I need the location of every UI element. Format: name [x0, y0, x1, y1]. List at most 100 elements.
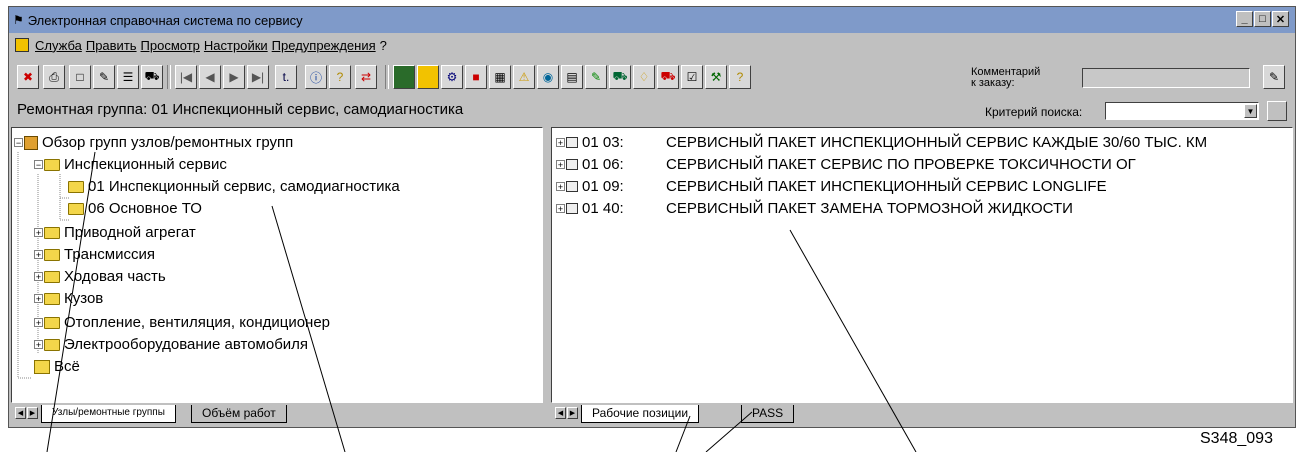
- info-icon[interactable]: ⓘ: [305, 65, 327, 89]
- menu-service[interactable]: Служба: [35, 38, 82, 53]
- collapse-icon[interactable]: −: [34, 160, 43, 170]
- warning-icon[interactable]: ⚠: [513, 65, 535, 89]
- help-icon[interactable]: ?: [329, 65, 351, 89]
- expand-icon[interactable]: +: [34, 250, 43, 260]
- tab-groups[interactable]: Узлы/ремонтные группы: [41, 405, 176, 423]
- scroll-right-icon[interactable]: ▶: [567, 407, 578, 419]
- menu-view[interactable]: Просмотр: [141, 38, 200, 53]
- tree-icon[interactable]: t.: [275, 65, 297, 89]
- folder-icon: [68, 202, 84, 215]
- service-car-icon[interactable]: ⛟: [657, 65, 679, 89]
- tree-item-drive[interactable]: + Приводной агрегат: [34, 224, 196, 241]
- list-item[interactable]: + 01 06: СЕРВИСНЫЙ ПАКЕТ СЕРВИС ПО ПРОВЕ…: [556, 156, 1136, 173]
- tools-icon[interactable]: ⚙: [441, 65, 463, 89]
- checklist-icon[interactable]: ☑: [681, 65, 703, 89]
- menu-settings[interactable]: Настройки: [204, 38, 268, 53]
- tree-item-heating[interactable]: + Отопление, вентиляция, кондиционер: [34, 314, 330, 331]
- folder-icon: [68, 180, 84, 193]
- view-groups-icon[interactable]: [417, 65, 439, 89]
- menu-app-icon[interactable]: [15, 38, 29, 52]
- tree-root[interactable]: − Обзор групп узлов/ремонтных групп: [14, 134, 293, 151]
- package-code: 01 06:: [582, 156, 624, 173]
- package-icon: [566, 181, 578, 192]
- previous-icon[interactable]: ◀: [199, 65, 221, 89]
- chevron-down-icon[interactable]: ▼: [1244, 104, 1257, 118]
- last-icon[interactable]: ▶|: [247, 65, 269, 89]
- marker-icon[interactable]: ✎: [585, 65, 607, 89]
- expand-icon[interactable]: +: [34, 318, 43, 328]
- app-icon: ⚑: [13, 13, 24, 27]
- expand-icon[interactable]: +: [34, 340, 43, 350]
- tab-work-positions[interactable]: Рабочие позиции: [581, 405, 700, 423]
- collapse-icon[interactable]: −: [14, 138, 23, 148]
- menu-edit[interactable]: Править: [86, 38, 137, 53]
- status-row: Ремонтная группа: 01 Инспекционный серви…: [9, 97, 1295, 123]
- first-icon[interactable]: |◀: [175, 65, 197, 89]
- comment-input[interactable]: [1082, 68, 1250, 88]
- tree-item-all[interactable]: Всё: [34, 358, 80, 375]
- disk-icon[interactable]: ▤: [561, 65, 583, 89]
- list-item[interactable]: + 01 03: СЕРВИСНЫЙ ПАКЕТ ИНСПЕКЦИОННЫЙ С…: [556, 134, 1207, 151]
- all-groups-icon: [34, 359, 50, 374]
- menu-help[interactable]: ?: [380, 38, 387, 53]
- tab-pass[interactable]: PASS: [741, 405, 795, 423]
- tree-label: Электрооборудование автомобиля: [64, 336, 309, 353]
- expand-icon[interactable]: +: [556, 182, 565, 192]
- left-tab-bar: ◀ ▶ Узлы/ремонтные группы Объём работ: [11, 403, 543, 425]
- new-document-icon[interactable]: □: [69, 65, 91, 89]
- search-criteria-select[interactable]: ▼: [1105, 102, 1259, 120]
- tree-item-electrical[interactable]: + Электрооборудование автомобиля: [34, 336, 308, 353]
- expand-icon[interactable]: +: [556, 138, 565, 148]
- swap-icon[interactable]: ⇄: [355, 65, 377, 89]
- expand-icon[interactable]: +: [556, 204, 565, 214]
- minimize-button[interactable]: _: [1236, 11, 1253, 27]
- expand-icon[interactable]: +: [34, 294, 43, 304]
- tree-item-06[interactable]: 06 Основное ТО: [68, 200, 202, 217]
- list-item[interactable]: + 01 09: СЕРВИСНЫЙ ПАКЕТ ИНСПЕКЦИОННЫЙ С…: [556, 178, 1107, 195]
- toolbar-separator: [167, 65, 171, 89]
- print-icon[interactable]: ⎙: [43, 65, 65, 89]
- tree-item-01[interactable]: 01 Инспекционный сервис, самодиагностика: [68, 178, 400, 195]
- scroll-left-icon[interactable]: ◀: [555, 407, 566, 419]
- doc-help-icon[interactable]: ?: [729, 65, 751, 89]
- tree-item-transmission[interactable]: + Трансмиссия: [34, 246, 155, 263]
- tree-label: Приводной агрегат: [64, 224, 196, 241]
- next-icon[interactable]: ▶: [223, 65, 245, 89]
- book-icon[interactable]: ■: [465, 65, 487, 89]
- tree-label: 01 Инспекционный сервис, самодиагностика: [88, 178, 400, 195]
- scroll-left-icon[interactable]: ◀: [15, 407, 26, 419]
- globe-icon[interactable]: ◉: [537, 65, 559, 89]
- maximize-button[interactable]: □: [1254, 11, 1271, 27]
- tree-item-body[interactable]: + Кузов: [34, 290, 103, 307]
- exit-icon[interactable]: ✖: [17, 65, 39, 89]
- list-document-icon[interactable]: ☰: [117, 65, 139, 89]
- repair-icon[interactable]: ⚒: [705, 65, 727, 89]
- list-item[interactable]: + 01 40: СЕРВИСНЫЙ ПАКЕТ ЗАМЕНА ТОРМОЗНО…: [556, 200, 1073, 217]
- expand-icon[interactable]: +: [556, 160, 565, 170]
- search-icon[interactable]: [1267, 101, 1287, 121]
- tree-label: Ходовая часть: [64, 268, 166, 285]
- expand-icon[interactable]: +: [34, 228, 43, 238]
- car-icon[interactable]: ⛟: [141, 65, 163, 89]
- tree-label: Отопление, вентиляция, кондиционер: [64, 314, 331, 331]
- comment-edit-icon[interactable]: ✎: [1263, 65, 1285, 89]
- tab-work-scope[interactable]: Объём работ: [191, 405, 287, 423]
- folder-icon: [44, 292, 60, 305]
- expand-icon[interactable]: +: [34, 272, 43, 282]
- right-tab-bar: ◀ ▶ Рабочие позиции PASS: [551, 403, 1293, 425]
- tag-icon[interactable]: ♢: [633, 65, 655, 89]
- tree-item-chassis[interactable]: + Ходовая часть: [34, 268, 166, 285]
- scroll-right-icon[interactable]: ▶: [27, 407, 38, 419]
- folder-icon: [44, 226, 60, 239]
- tree-item-inspection[interactable]: − Инспекционный сервис: [34, 156, 227, 173]
- close-button[interactable]: ✕: [1272, 11, 1289, 27]
- edit-document-icon[interactable]: ✎: [93, 65, 115, 89]
- repair-group-label: Ремонтная группа: 01 Инспекционный серви…: [17, 101, 464, 118]
- tree-label: Всё: [54, 358, 80, 375]
- menu-warnings[interactable]: Предупреждения: [272, 38, 376, 53]
- table-icon[interactable]: ▦: [489, 65, 511, 89]
- toolbar-separator: [385, 65, 389, 89]
- vehicle-icon[interactable]: ⛟: [609, 65, 631, 89]
- title-bar: ⚑ Электронная справочная система по серв…: [9, 7, 1295, 33]
- view-green-icon[interactable]: [393, 65, 415, 89]
